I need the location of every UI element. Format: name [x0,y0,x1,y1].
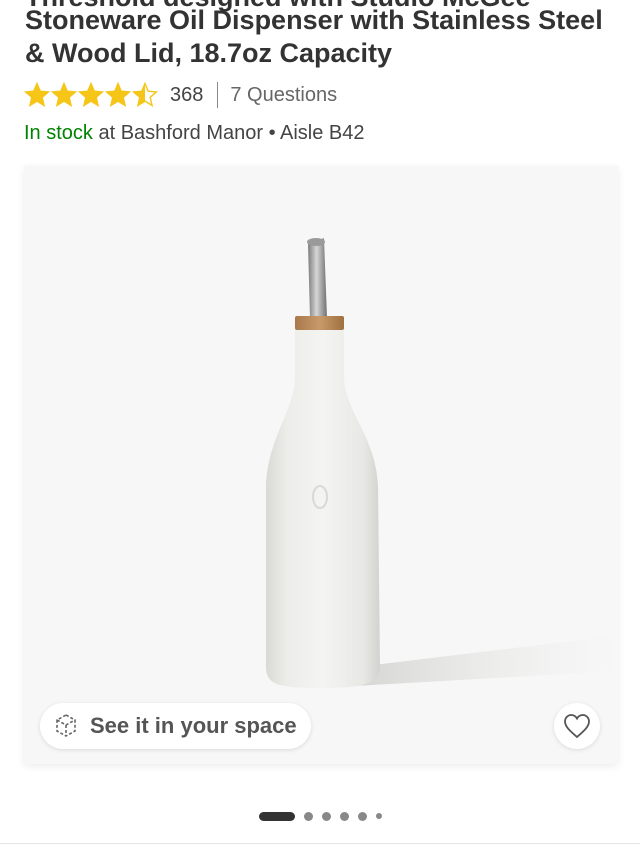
carousel-dot[interactable] [303,811,313,821]
favorite-button[interactable] [554,703,600,749]
store-location[interactable]: at Bashford Manor • Aisle B42 [93,122,364,144]
carousel-dot[interactable] [339,811,349,821]
product-page: Threshold designed with Studio McGee Sto… [0,0,640,855]
see-it-in-your-space-button[interactable]: See it in your space [40,703,311,749]
star-icon [132,82,158,107]
star-rating[interactable] [24,82,158,108]
ar-cube-icon [56,714,76,737]
carousel-dot-active[interactable] [258,811,295,821]
section-divider [0,843,640,844]
product-title: Stoneware Oil Dispenser with Stainless S… [25,5,603,68]
product-image-carousel[interactable]: See it in your space [24,166,618,764]
star-icon [24,82,50,107]
questions-link[interactable]: 7 Questions [230,84,337,107]
carousel-pagination [0,808,640,824]
product-image [24,166,618,764]
carousel-dot[interactable] [321,811,331,821]
heart-outline-icon [564,714,590,739]
rating-row: 368 7 Questions [24,80,337,110]
availability-row: In stock at Bashford Manor • Aisle B42 [24,122,365,145]
ar-button-label: See it in your space [90,713,297,738]
stock-status: In stock [24,122,93,144]
star-icon [105,82,131,107]
carousel-dot[interactable] [375,813,382,819]
carousel-dot[interactable] [357,811,367,821]
star-icon [78,82,104,107]
star-icon [51,82,77,107]
rating-divider [217,82,219,108]
review-count-link[interactable]: 368 [170,84,203,107]
